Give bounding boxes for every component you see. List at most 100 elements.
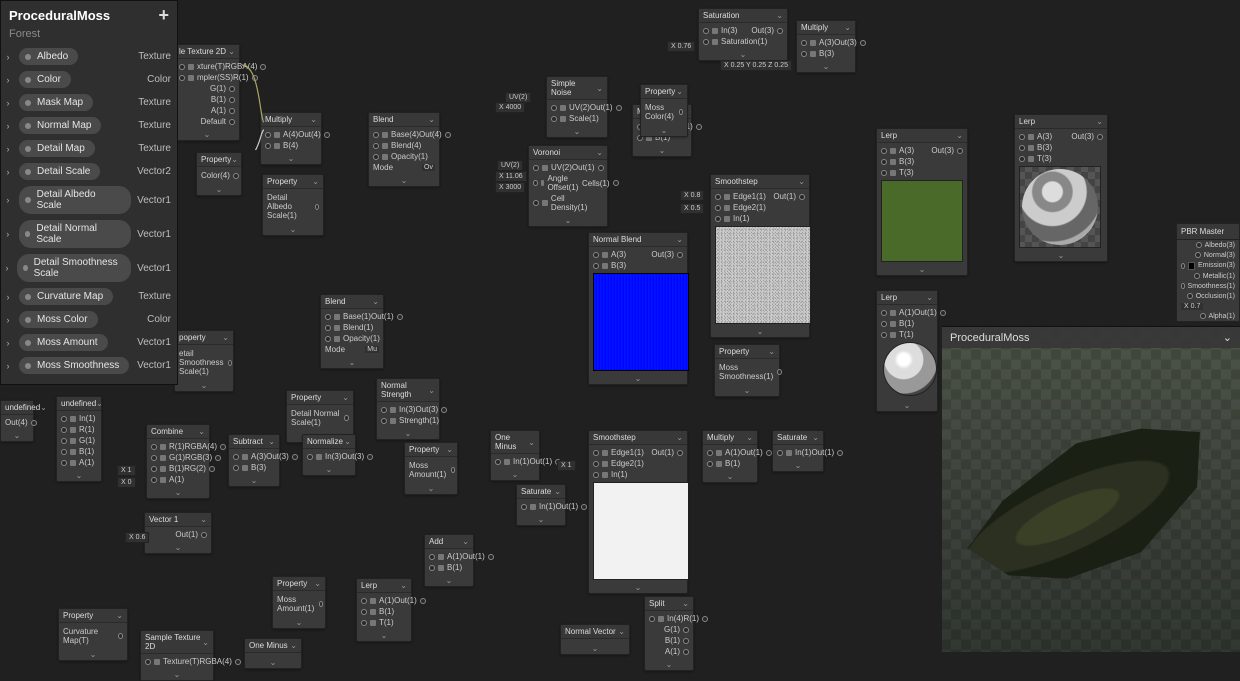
collapse-icon[interactable]: ⌄: [676, 87, 683, 96]
preview-toggle-icon[interactable]: ⌄: [147, 487, 209, 498]
node-preview[interactable]: [593, 482, 689, 580]
port-icon[interactable]: [1181, 283, 1185, 289]
port-in-icon[interactable]: [707, 450, 713, 456]
node-property_curv[interactable]: Property⌄ Curvature Map(T) ⌄: [58, 608, 128, 661]
collapse-icon[interactable]: ⌄: [40, 403, 47, 412]
port-in-icon[interactable]: [233, 454, 239, 460]
port-out-icon[interactable]: [233, 173, 239, 179]
port-out-icon[interactable]: [235, 659, 241, 665]
port-in-icon[interactable]: [265, 143, 271, 149]
expand-icon[interactable]: ›: [3, 263, 11, 273]
preview-toggle-icon[interactable]: ⌄: [711, 326, 809, 337]
node-subtract[interactable]: Subtract⌄ A(3) Out(3) B(3) ⌄: [228, 434, 280, 487]
pbr-slot[interactable]: Normal(3): [1177, 250, 1239, 260]
node-preview[interactable]: [1019, 166, 1101, 248]
port-out-icon[interactable]: [319, 601, 324, 607]
collapse-icon[interactable]: ⌄: [844, 23, 851, 32]
port-in-icon[interactable]: [593, 461, 599, 467]
port-in-icon[interactable]: [1019, 145, 1025, 151]
port-out-icon[interactable]: [598, 165, 604, 171]
node-property_mossAmt[interactable]: Property⌄ Moss Amount(1) ⌄: [404, 442, 458, 495]
property-chip[interactable]: Detail Albedo Scale: [19, 186, 131, 214]
port-out-icon[interactable]: [860, 40, 866, 46]
collapse-icon[interactable]: ⌄: [676, 235, 683, 244]
port-out-icon[interactable]: [229, 86, 235, 92]
port-out-icon[interactable]: [228, 360, 232, 366]
port-out-icon[interactable]: [488, 554, 494, 560]
value-chip[interactable]: X 3000: [495, 182, 525, 193]
preview-toggle-icon[interactable]: ⌄: [377, 428, 439, 439]
port-out-icon[interactable]: [613, 180, 619, 186]
port-in-icon[interactable]: [881, 148, 887, 154]
port-out-icon[interactable]: [940, 310, 946, 316]
collapse-icon[interactable]: ⌄: [676, 433, 683, 442]
port-icon[interactable]: [1200, 313, 1206, 319]
port-out-icon[interactable]: [766, 450, 772, 456]
preview-toggle-icon[interactable]: ⌄: [261, 153, 321, 164]
expand-icon[interactable]: ›: [3, 195, 13, 205]
collapse-icon[interactable]: ⌄: [96, 399, 103, 408]
port-in-icon[interactable]: [61, 460, 67, 466]
port-in-icon[interactable]: [61, 438, 67, 444]
preview-toggle-icon[interactable]: ⌄: [229, 475, 279, 486]
collapse-icon[interactable]: ⌄: [314, 579, 321, 588]
node-normalize[interactable]: Normalize⌄ In(3) Out(3) ⌄: [302, 434, 356, 476]
pbr-slot[interactable]: Occlusion(1): [1177, 291, 1239, 301]
collapse-icon[interactable]: ⌄: [202, 638, 209, 647]
node-property_color[interactable]: Property⌄ Color(4) ⌄: [196, 152, 242, 196]
blackboard-property-row[interactable]: › Albedo Texture: [1, 46, 177, 69]
port-in-icon[interactable]: [707, 461, 713, 467]
preview-toggle-icon[interactable]: ⌄: [405, 483, 457, 494]
value-chip[interactable]: UV(2): [497, 160, 523, 171]
emission-swatch[interactable]: [1188, 262, 1195, 270]
property-chip[interactable]: Normal Map: [19, 117, 101, 134]
node-blend2[interactable]: Blend⌄ Base(1) Out(1) Blend(1) Opacity(1…: [320, 294, 384, 369]
expand-icon[interactable]: ›: [3, 361, 13, 371]
blackboard-property-row[interactable]: › Moss Color Color: [1, 309, 177, 332]
node-property_mossColor[interactable]: Property⌄ Moss Color(4) ⌄: [640, 84, 688, 137]
port-in-icon[interactable]: [703, 28, 709, 34]
property-chip[interactable]: Detail Normal Scale: [19, 220, 131, 248]
collapse-icon[interactable]: ⌄: [222, 333, 229, 342]
collapse-icon[interactable]: ⌄: [428, 386, 435, 395]
node-split_btm[interactable]: Split⌄ In(4) R(1) G(1) B(1) A(1) ⌄: [644, 596, 694, 671]
port-in-icon[interactable]: [715, 194, 721, 200]
preview-toggle-icon[interactable]: ⌄: [175, 380, 233, 391]
port-out-icon[interactable]: [420, 598, 426, 604]
pbr-slot[interactable]: Emission(3): [1177, 260, 1239, 271]
port-out-icon[interactable]: [260, 64, 266, 70]
collapse-icon[interactable]: ⌄: [956, 131, 963, 140]
port-out-icon[interactable]: [220, 444, 226, 450]
preview-toggle-icon[interactable]: ⌄: [175, 129, 239, 140]
blackboard-property-row[interactable]: › Detail Smoothness Scale Vector1: [1, 252, 177, 286]
port-in-icon[interactable]: [533, 180, 538, 186]
port-in-icon[interactable]: [325, 325, 331, 331]
port-in-icon[interactable]: [649, 616, 655, 622]
blackboard-property-row[interactable]: › Moss Smoothness Vector1: [1, 355, 177, 378]
expand-icon[interactable]: ›: [3, 98, 13, 108]
preview-toggle-icon[interactable]: ⌄: [303, 464, 355, 475]
port-out-icon[interactable]: [683, 638, 689, 644]
collapse-icon[interactable]: ⌄: [462, 537, 469, 546]
preview-toggle-icon[interactable]: ⌄: [589, 582, 687, 593]
port-in-icon[interactable]: [381, 407, 387, 413]
node-smoothstep_btm[interactable]: Smoothstep⌄ Edge1(1) Out(1) Edge2(1) In(…: [588, 430, 688, 594]
node-left_out[interactable]: undefined⌄ Out(4) ⌄: [0, 400, 34, 442]
node-multiply1[interactable]: Multiply⌄ A(4) Out(4) B(4) ⌄: [260, 112, 322, 165]
port-in-icon[interactable]: [145, 659, 151, 665]
collapse-icon[interactable]: ⌄: [116, 611, 123, 620]
preview-toggle-icon[interactable]: ⌄: [425, 575, 473, 586]
value-chip[interactable]: X 0.25 Y 0.25 Z 0.25: [720, 60, 792, 71]
node-vector1[interactable]: Vector 1⌄ Out(1) ⌄: [144, 512, 212, 554]
mode-dropdown[interactable]: Mu: [365, 346, 379, 353]
port-in-icon[interactable]: [593, 450, 599, 456]
port-in-icon[interactable]: [881, 310, 887, 316]
pbr-master-node[interactable]: PBR Master Albedo(3)Normal(3)Emission(3)…: [1176, 223, 1240, 322]
blackboard-panel[interactable]: ProceduralMoss + Forest › Albedo Texture…: [0, 0, 178, 385]
node-lerp_sphere[interactable]: Lerp⌄ A(1) Out(1) B(1) T(1) ⌄: [876, 290, 938, 412]
node-add[interactable]: Add⌄ A(1) Out(1) B(1) ⌄: [424, 534, 474, 587]
value-chip[interactable]: X 1: [117, 465, 136, 476]
collapse-icon[interactable]: ⌄: [746, 433, 753, 442]
port-in-icon[interactable]: [521, 504, 527, 510]
collapse-icon[interactable]: ⌄: [231, 155, 238, 164]
